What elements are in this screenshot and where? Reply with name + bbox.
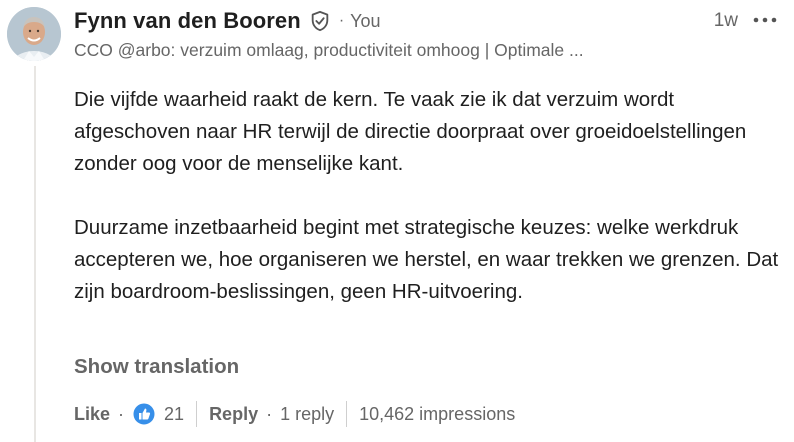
reply-count[interactable]: 1 reply bbox=[280, 404, 334, 425]
avatar[interactable] bbox=[7, 7, 61, 61]
name-separator: · bbox=[338, 12, 345, 29]
action-separator: · bbox=[118, 403, 125, 424]
reply-button[interactable]: Reply bbox=[209, 404, 258, 425]
comment-paragraph: Duurzame inzetbaarheid begint met strate… bbox=[74, 216, 779, 303]
more-horizontal-icon[interactable] bbox=[750, 8, 780, 32]
comment-actions: Like · 21 Reply · 1 reply 10,462 impress… bbox=[74, 400, 515, 428]
author-headline: CCO @arbo: verzuim omlaag, productivitei… bbox=[74, 40, 584, 60]
impressions-count[interactable]: 10,462 impressions bbox=[359, 404, 515, 425]
action-separator: · bbox=[266, 403, 273, 424]
shield-check-icon bbox=[309, 10, 331, 32]
comment-header: Fynn van den Booren · You CCO @arbo: ver… bbox=[74, 8, 780, 64]
show-translation-link[interactable]: Show translation bbox=[74, 355, 239, 379]
comment-timestamp: 1w bbox=[713, 10, 738, 31]
action-divider bbox=[196, 401, 198, 427]
name-row: Fynn van den Booren · You bbox=[74, 8, 780, 34]
like-thumb-icon bbox=[132, 402, 156, 426]
thread-line bbox=[34, 66, 36, 442]
comment-paragraph: Die vijfde waarheid raakt de kern. Te va… bbox=[74, 88, 747, 175]
comment-card: Fynn van den Booren · You CCO @arbo: ver… bbox=[0, 0, 794, 442]
comment-text: Die vijfde waarheid raakt de kern. Te va… bbox=[74, 84, 786, 308]
reaction-count[interactable]: 21 bbox=[164, 404, 184, 425]
action-divider bbox=[346, 401, 348, 427]
like-button[interactable]: Like bbox=[74, 404, 110, 425]
author-name[interactable]: Fynn van den Booren bbox=[74, 8, 301, 34]
relation-label: You bbox=[350, 10, 381, 31]
